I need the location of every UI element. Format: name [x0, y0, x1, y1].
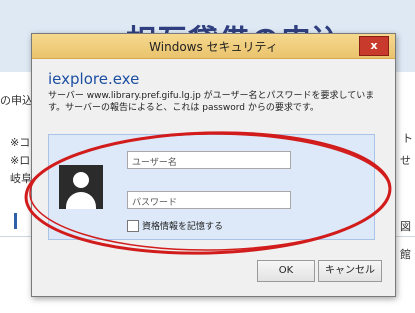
remember-checkbox[interactable]	[127, 220, 139, 232]
web-text-fragment: ※ロ	[10, 154, 31, 167]
dialog-titlebar[interactable]: Windows セキュリティ x	[32, 34, 395, 59]
screenshot-root: 相互貸借の申込 の申込 ※コ ※ロ 岐阜 ト せ 図 館 Windows セキュ…	[0, 0, 415, 313]
web-text-fragment: 図	[400, 220, 411, 233]
close-button[interactable]: x	[359, 36, 389, 56]
avatar-head	[73, 172, 89, 188]
credential-panel: ユーザー名 パスワード 資格情報を記憶する	[48, 134, 375, 240]
username-field[interactable]: ユーザー名	[127, 151, 291, 169]
remember-label: 資格情報を記憶する	[142, 222, 224, 232]
windows-security-dialog: Windows セキュリティ x iexplore.exe サーバー www.l…	[31, 33, 396, 297]
ok-button[interactable]: OK	[257, 260, 315, 282]
web-section-marker	[14, 213, 17, 229]
cancel-button[interactable]: キャンセル	[318, 260, 382, 282]
auth-message: サーバー www.library.pref.gifu.lg.jp がユーザー名と…	[48, 91, 375, 113]
web-text-fragment: の申込	[0, 94, 33, 107]
dialog-title: Windows セキュリティ	[149, 40, 278, 54]
avatar-body	[66, 192, 96, 209]
web-text-fragment: ト	[402, 132, 413, 145]
app-name: iexplore.exe	[48, 70, 140, 88]
password-field[interactable]: パスワード	[127, 191, 291, 209]
web-text-fragment: せ	[400, 154, 411, 167]
web-text-fragment: 岐阜	[10, 172, 32, 185]
web-text-fragment: ※コ	[10, 136, 31, 149]
user-silhouette-icon	[59, 165, 103, 209]
web-text-fragment: 館	[400, 248, 411, 261]
